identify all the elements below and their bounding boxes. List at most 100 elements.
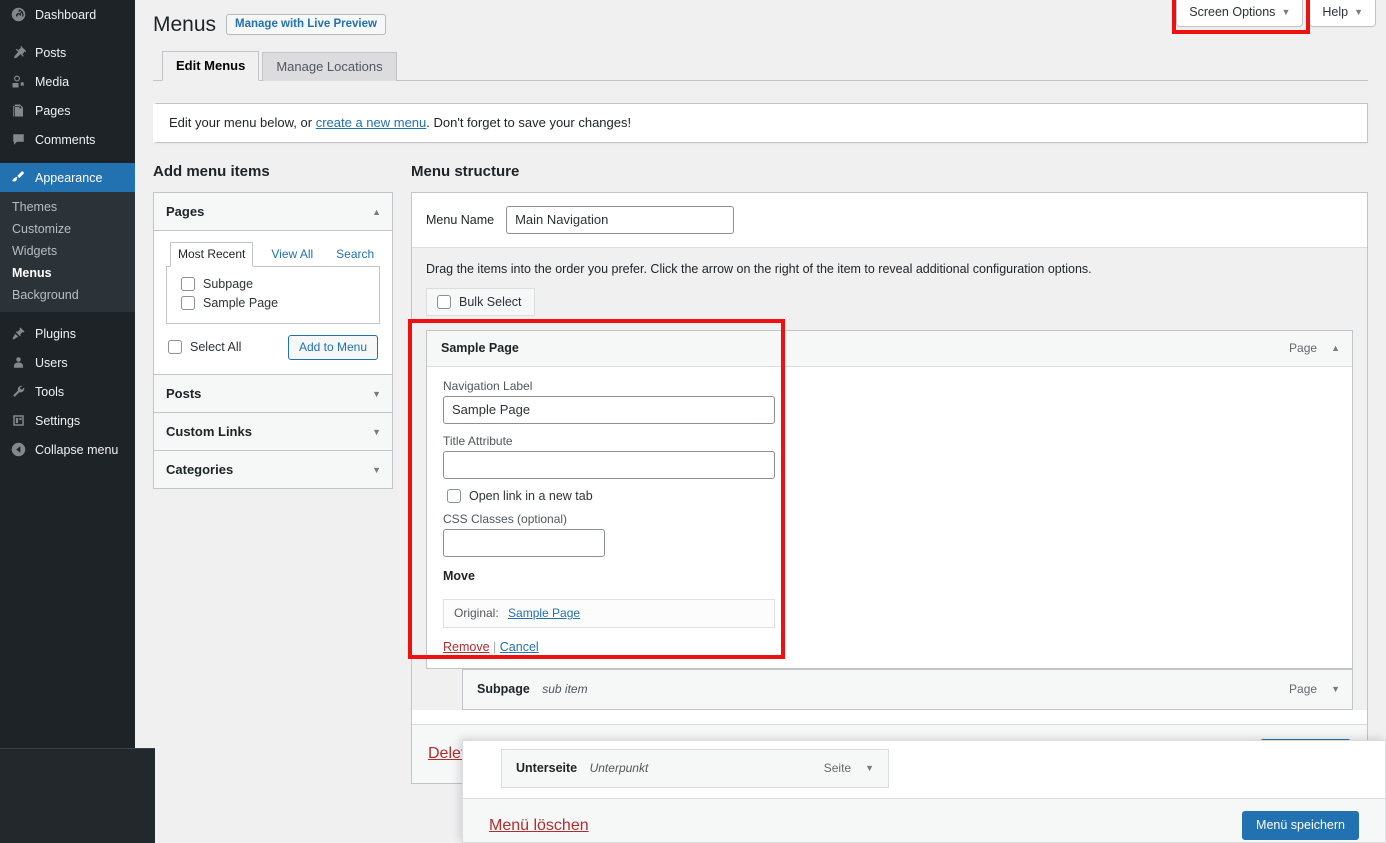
checkbox-sample-page[interactable]: [181, 296, 195, 310]
screen-meta-links: Screen Options ▼ Help ▼: [1170, 0, 1376, 27]
tab-manage-locations[interactable]: Manage Locations: [262, 52, 396, 82]
add-menu-items-column: Add menu items Pages ▲ Most Recent View …: [153, 163, 393, 784]
manage-with-live-preview-button[interactable]: Manage with Live Preview: [226, 14, 386, 35]
sidebar-item-tools[interactable]: Tools: [0, 377, 135, 406]
sidebar-item-label: Pages: [35, 104, 70, 118]
sidebar-item-comments[interactable]: Comments: [0, 125, 135, 154]
sidebar-subitem-label: Background: [12, 288, 79, 302]
open-in-new-tab-label: Open link in a new tab: [469, 489, 593, 503]
sidebar-item-pages[interactable]: Pages: [0, 96, 135, 125]
chevron-down-icon: ▼: [372, 389, 381, 399]
pages-inner-tabs: Most Recent View All Search: [166, 242, 380, 267]
pages-tab-most-recent[interactable]: Most Recent: [170, 242, 253, 267]
sidebar-subitem-menus[interactable]: Menus: [0, 262, 135, 284]
collapse-icon: [9, 442, 28, 458]
menu-items-list: Sample Page Page ▲ Navigation Label: [426, 330, 1353, 710]
create-new-menu-link[interactable]: create a new menu: [316, 115, 427, 130]
german-footer: Menü löschen Menü speichern: [463, 798, 1385, 843]
pages-tab-search[interactable]: Search: [331, 243, 379, 266]
sidebar-subitem-widgets[interactable]: Widgets: [0, 240, 135, 262]
chevron-down-icon[interactable]: ▼: [865, 763, 874, 773]
sidebar-gap: [0, 154, 135, 163]
brush-icon: [9, 170, 28, 186]
action-separator: |: [493, 640, 496, 654]
select-all-row[interactable]: Select All: [168, 338, 241, 357]
chevron-down-icon[interactable]: ▼: [1331, 684, 1340, 694]
accordion-posts-title: Posts: [166, 386, 201, 401]
menu-item-header[interactable]: Subpage sub item Page ▼: [463, 670, 1352, 709]
sidebar-item-label: Collapse menu: [35, 443, 118, 457]
accordion-pages-header[interactable]: Pages ▲: [154, 193, 392, 231]
add-menu-items-accordion: Pages ▲ Most Recent View All Search: [153, 192, 393, 489]
menu-columns: Add menu items Pages ▲ Most Recent View …: [153, 163, 1368, 784]
menu-structure-heading: Menu structure: [411, 163, 1368, 180]
notice-text-after: . Don't forget to save your changes!: [426, 115, 631, 130]
sidebar-item-posts[interactable]: Posts: [0, 38, 135, 67]
chevron-up-icon[interactable]: ▲: [1331, 343, 1340, 353]
german-menu-item-type: Seite: [824, 761, 851, 775]
german-menu-item-title: Unterseite: [516, 761, 577, 775]
sidebar-item-appearance[interactable]: Appearance: [0, 163, 135, 192]
wrench-icon: [9, 384, 28, 400]
add-to-menu-button[interactable]: Add to Menu: [288, 335, 378, 360]
list-item[interactable]: Sample Page: [177, 294, 369, 313]
sidebar-item-dashboard[interactable]: Dashboard: [0, 0, 135, 29]
menu-item-actions: Remove | Cancel: [443, 640, 1338, 654]
remove-link[interactable]: Remove: [443, 640, 490, 654]
german-menu-item-header[interactable]: Unterseite Unterpunkt Seite ▼: [501, 749, 889, 788]
menu-item-title-group: Subpage sub item: [477, 680, 588, 698]
menu-name-input[interactable]: [506, 206, 734, 234]
comments-icon: [9, 132, 28, 148]
original-link[interactable]: Sample Page: [508, 606, 580, 620]
checkbox-open-new-tab[interactable]: [447, 489, 461, 503]
sidebar-item-collapse-menu[interactable]: Collapse menu: [0, 435, 135, 464]
sidebar-item-users[interactable]: Users: [0, 348, 135, 377]
menu-item-header[interactable]: Sample Page Page ▲: [427, 331, 1352, 367]
original-label: Original:: [454, 606, 499, 620]
german-delete-menu-link[interactable]: Menü löschen: [489, 817, 589, 835]
sidebar-item-media[interactable]: Media: [0, 67, 135, 96]
german-save-menu-button[interactable]: Menü speichern: [1242, 811, 1359, 840]
screen-root: Dashboard Posts Media Pages Commen: [0, 0, 1386, 843]
tab-edit-menus[interactable]: Edit Menus: [162, 51, 259, 82]
menu-item-title: Sample Page: [441, 341, 519, 355]
screen-options-button[interactable]: Screen Options ▼: [1176, 0, 1303, 27]
cancel-link[interactable]: Cancel: [500, 640, 539, 654]
help-button[interactable]: Help ▼: [1309, 0, 1376, 27]
menu-item-meta: Page ▲: [1289, 341, 1340, 355]
sidebar-item-plugins[interactable]: Plugins: [0, 319, 135, 348]
sidebar-item-label: Plugins: [35, 327, 76, 341]
sidebar-item-settings[interactable]: Settings: [0, 406, 135, 435]
sidebar-subitem-themes[interactable]: Themes: [0, 196, 135, 218]
sidebar-item-label: Settings: [35, 414, 80, 428]
css-classes-input[interactable]: [443, 529, 605, 557]
add-menu-items-heading: Add menu items: [153, 163, 393, 180]
sidebar-item-label: Tools: [35, 385, 64, 399]
sidebar-item-label: Users: [35, 356, 68, 370]
pin-icon: [9, 45, 28, 61]
menu-item-type: Page: [1289, 341, 1317, 355]
checkbox-bulk-select[interactable]: [437, 295, 451, 309]
pages-tab-view-all[interactable]: View All: [266, 243, 318, 266]
dashboard-icon: [9, 7, 28, 23]
sidebar-subitem-customize[interactable]: Customize: [0, 218, 135, 240]
german-menu-item-meta: Seite ▼: [824, 761, 874, 775]
checkbox-select-all[interactable]: [168, 340, 182, 354]
title-attribute-input[interactable]: [443, 451, 775, 479]
sidebar-item-label: Media: [35, 75, 69, 89]
sidebar-subitem-background[interactable]: Background: [0, 284, 135, 306]
navigation-label-input[interactable]: [443, 396, 775, 424]
checkbox-subpage[interactable]: [181, 277, 195, 291]
accordion-categories-header[interactable]: Categories ▼: [154, 451, 392, 488]
menu-item-type: Page: [1289, 682, 1317, 696]
menu-item-sample-page: Sample Page Page ▲ Navigation Label: [426, 330, 1353, 669]
accordion-posts: Posts ▼: [154, 374, 392, 413]
field-navigation-label: Navigation Label: [443, 379, 1338, 424]
list-item[interactable]: Subpage: [177, 275, 369, 294]
menu-item-title: Subpage: [477, 682, 530, 696]
accordion-custom-links-header[interactable]: Custom Links ▼: [154, 413, 392, 451]
nav-tabs: Edit Menus Manage Locations: [153, 51, 1368, 81]
open-in-new-tab-row[interactable]: Open link in a new tab: [447, 489, 1338, 503]
bulk-select-toggle[interactable]: Bulk Select: [426, 288, 535, 316]
accordion-posts-header[interactable]: Posts ▼: [154, 374, 392, 413]
